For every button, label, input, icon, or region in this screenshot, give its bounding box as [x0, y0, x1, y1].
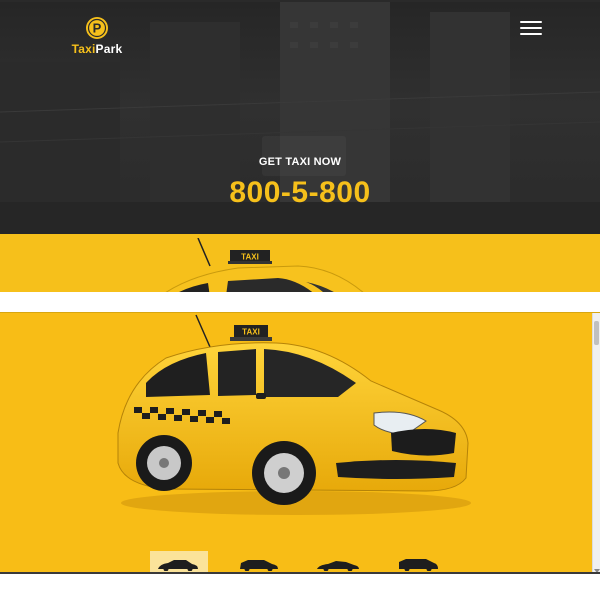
hero-frame: P TaxiPark GET TAXI NOW 800-5-800 TAXI — [0, 0, 600, 292]
car-type-selector — [150, 551, 450, 574]
thumb-sedan[interactable] — [150, 551, 208, 574]
hero-section: P TaxiPark GET TAXI NOW 800-5-800 — [0, 2, 600, 234]
hamburger-icon[interactable] — [518, 18, 544, 38]
car-gallery-frame: TAXI — [0, 312, 600, 574]
vertical-scrollbar[interactable] — [592, 313, 600, 574]
logo-wordmark: TaxiPark — [62, 42, 132, 56]
logo-p-icon: P — [86, 17, 108, 39]
frame-divider — [0, 572, 600, 574]
taxipark-logo[interactable]: P TaxiPark — [62, 16, 132, 60]
car-preview-strip: TAXI — [0, 234, 600, 292]
suv-car-icon — [399, 559, 438, 571]
hatchback-car-icon — [240, 560, 278, 571]
taxi-phone-number[interactable]: 800-5-800 — [0, 176, 600, 210]
svg-text:P: P — [93, 21, 102, 36]
thumb-hatchback[interactable] — [230, 551, 288, 574]
logo-text-park: Park — [95, 42, 123, 56]
svg-text:TAXI: TAXI — [241, 253, 259, 262]
taxi-car-roof-image: TAXI — [165, 238, 364, 292]
get-taxi-label: GET TAXI NOW — [258, 156, 342, 168]
sedan-car-icon — [158, 560, 198, 571]
scrollbar-thumb[interactable] — [594, 321, 599, 345]
thumb-suv[interactable] — [390, 551, 448, 574]
logo-text-taxi: Taxi — [71, 42, 96, 56]
svg-text:TAXI: TAXI — [242, 328, 260, 337]
thumb-sports[interactable] — [310, 551, 368, 574]
yellow-taxi-car-image: TAXI — [117, 314, 471, 515]
sports-car-icon — [317, 561, 359, 571]
